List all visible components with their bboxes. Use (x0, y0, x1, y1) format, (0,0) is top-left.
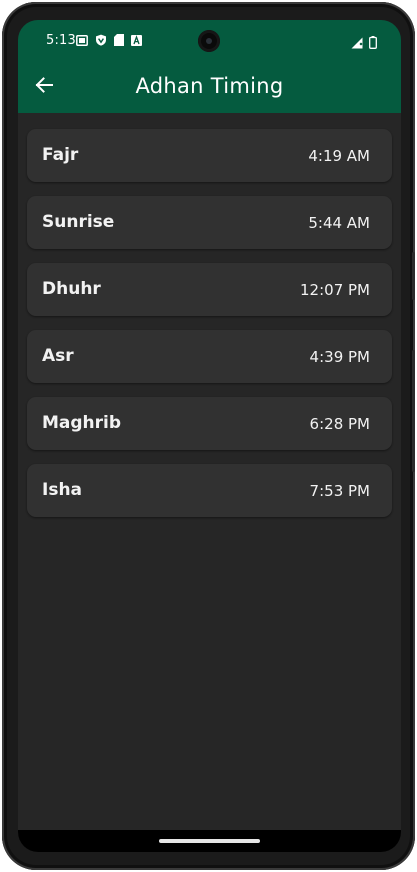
status-time: 5:13 (46, 33, 76, 48)
prayer-time: 12:07 PM (300, 281, 370, 299)
prayer-name: Dhuhr (42, 279, 101, 299)
status-icons-right (351, 34, 377, 53)
prayer-time: 7:53 PM (309, 482, 370, 500)
prayer-name: Asr (42, 346, 74, 366)
prayer-time: 4:39 PM (309, 348, 370, 366)
prayer-time: 4:19 AM (308, 147, 370, 165)
vpn-shield-icon (95, 34, 107, 46)
status-icons-left (76, 34, 142, 46)
screenshot-icon (76, 34, 88, 46)
font-a-icon (131, 34, 142, 46)
prayer-name: Fajr (42, 145, 79, 165)
screen: 5:13 Adhan Timing Fajr 4:19 AM Sunrise 5… (18, 20, 401, 852)
navigation-bar (18, 830, 401, 852)
prayer-item-sunrise[interactable]: Sunrise 5:44 AM (27, 196, 392, 249)
volume-buttons (412, 350, 415, 472)
prayer-item-dhuhr[interactable]: Dhuhr 12:07 PM (27, 263, 392, 316)
app-bar: Adhan Timing (18, 61, 401, 113)
phone-frame: 5:13 Adhan Timing Fajr 4:19 AM Sunrise 5… (2, 2, 415, 870)
prayer-item-fajr[interactable]: Fajr 4:19 AM (27, 129, 392, 182)
prayer-list: Fajr 4:19 AM Sunrise 5:44 AM Dhuhr 12:07… (27, 129, 392, 531)
signal-icon (351, 34, 363, 53)
prayer-item-asr[interactable]: Asr 4:39 PM (27, 330, 392, 383)
home-gesture-handle[interactable] (159, 839, 260, 843)
prayer-time: 5:44 AM (308, 214, 370, 232)
page-title: Adhan Timing (135, 74, 284, 98)
prayer-time: 6:28 PM (309, 415, 370, 433)
status-bar: 5:13 (18, 20, 401, 61)
prayer-name: Sunrise (42, 212, 115, 232)
front-camera (198, 30, 220, 52)
prayer-name: Isha (42, 480, 83, 500)
power-button (412, 252, 415, 300)
prayer-item-isha[interactable]: Isha 7:53 PM (27, 464, 392, 517)
prayer-name: Maghrib (42, 413, 122, 433)
prayer-item-maghrib[interactable]: Maghrib 6:28 PM (27, 397, 392, 450)
sd-card-icon (114, 34, 124, 46)
battery-icon (369, 34, 377, 53)
